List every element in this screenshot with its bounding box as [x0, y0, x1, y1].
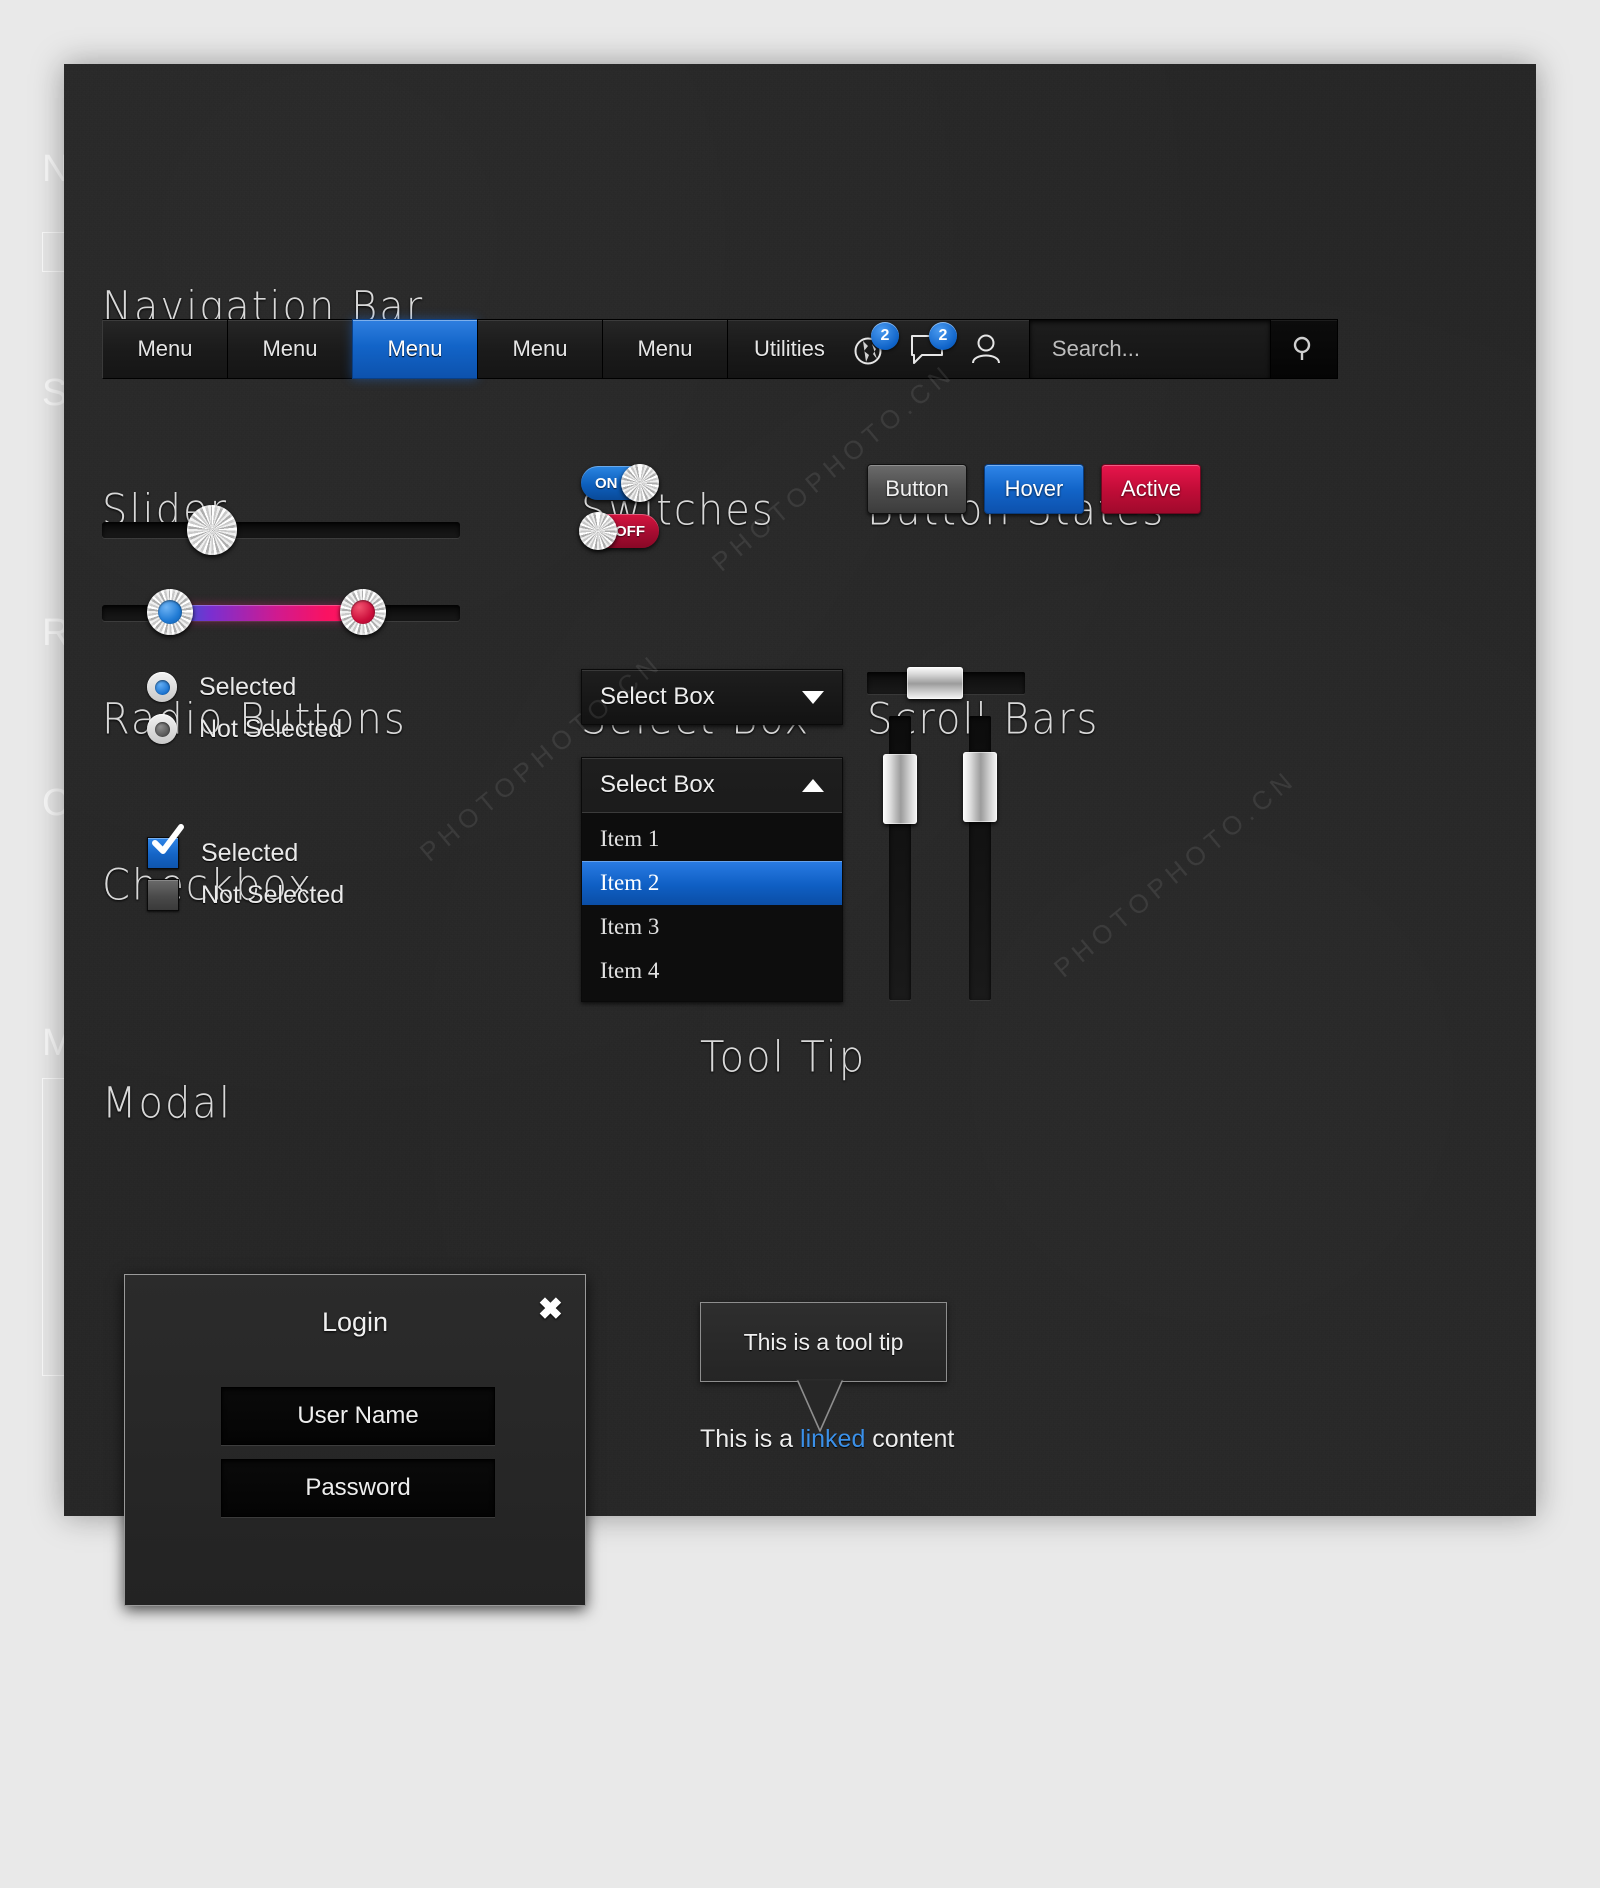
select-box-open[interactable]: Select Box Item 1 Item 2 Item 3 Item 4	[581, 757, 843, 1002]
select-box-option-list: Item 1 Item 2 Item 3 Item 4	[582, 812, 842, 1001]
nav-item-menu-1[interactable]: Menu	[102, 319, 227, 379]
select-option-item-3[interactable]: Item 3	[582, 905, 842, 949]
checkbox-row-selected[interactable]: Selected	[147, 824, 299, 869]
modal-username-label: User Name	[297, 1402, 419, 1429]
switch-on-knob[interactable]	[621, 464, 659, 502]
radio-not-selected-label: Not Selected	[199, 714, 343, 743]
button-active-label: Active	[1121, 476, 1181, 501]
checkbox-row-not-selected[interactable]: Not Selected	[147, 879, 344, 911]
modal-title: Login	[321, 1307, 389, 1337]
switch-off[interactable]: OFF	[579, 512, 659, 550]
modal-dialog: Login ✖ User Name Password	[124, 1274, 586, 1606]
nav-item-label: Menu	[387, 336, 443, 361]
globe-icon[interactable]: 2	[851, 322, 899, 368]
scrollbar-vertical-left-thumb[interactable]	[883, 754, 917, 824]
button-hover-label: Hover	[1004, 476, 1064, 501]
user-icon[interactable]	[967, 330, 1005, 368]
section-title-tool-tip: Tool Tip	[700, 1033, 867, 1082]
tooltip-text: This is a tool tip	[743, 1328, 904, 1355]
scrollbar-horizontal-thumb[interactable]	[907, 667, 963, 699]
select-option-item-2-highlighted[interactable]: Item 2	[582, 861, 842, 905]
scrollbar-vertical-right-thumb[interactable]	[963, 752, 997, 822]
close-icon[interactable]: ✖	[538, 1295, 563, 1325]
radio-selected-label: Selected	[199, 672, 297, 701]
utilities-label: Utilities	[754, 336, 825, 361]
slider-knob-range-high[interactable]	[340, 589, 386, 635]
slider-knob-range-low[interactable]	[147, 589, 193, 635]
checkbox-not-selected-icon[interactable]	[147, 879, 179, 911]
globe-badge-count: 2	[870, 322, 899, 350]
checkbox-selected-label: Selected	[201, 838, 299, 867]
tooltip-link[interactable]: linked	[800, 1425, 865, 1453]
slider-range-fill	[168, 605, 366, 621]
radio-row-selected[interactable]: Selected	[147, 672, 296, 702]
select-option-item-1[interactable]: Item 1	[582, 817, 842, 861]
nav-item-menu-4[interactable]: Menu	[477, 319, 602, 379]
switch-off-knob[interactable]	[579, 512, 617, 550]
message-badge-count: 2	[928, 322, 957, 350]
select-box-closed-head[interactable]: Select Box	[582, 670, 842, 724]
switch-on-label: ON	[595, 474, 618, 492]
button-normal-label: Button	[885, 476, 949, 501]
search-button[interactable]	[1269, 319, 1338, 379]
nav-utilities-group[interactable]: Utilities 2 2	[727, 319, 1029, 379]
tooltip-content-after: content	[865, 1425, 955, 1453]
nav-item-menu-3-active[interactable]: Menu	[352, 319, 477, 379]
switch-on[interactable]: ON	[581, 464, 659, 502]
chevron-up-icon[interactable]	[802, 778, 824, 792]
slider-knob-single[interactable]	[187, 505, 237, 555]
button-normal[interactable]: Button	[867, 464, 967, 514]
radio-row-not-selected[interactable]: Not Selected	[147, 714, 342, 744]
button-active[interactable]: Active	[1101, 464, 1201, 514]
nav-item-label: Menu	[262, 336, 318, 361]
modal-password-label: Password	[305, 1474, 411, 1501]
navigation-bar[interactable]: Menu Menu Menu Menu Menu Utilities 2 2 S…	[102, 319, 1338, 379]
nav-item-menu-5[interactable]: Menu	[602, 319, 727, 379]
checkbox-not-selected-label: Not Selected	[201, 880, 345, 909]
button-hover[interactable]: Hover	[984, 464, 1084, 514]
select-box-closed[interactable]: Select Box	[581, 669, 843, 725]
switch-off-label: OFF	[615, 522, 645, 540]
tooltip-content-line: This is a linked content	[700, 1425, 954, 1454]
nav-item-label: Menu	[137, 336, 193, 361]
tooltip-content-before: This is a	[700, 1425, 801, 1453]
message-icon[interactable]: 2	[909, 322, 957, 368]
tooltip-bubble: This is a tool tip	[700, 1302, 947, 1382]
modal-username-field[interactable]: User Name	[221, 1387, 495, 1445]
modal-password-field[interactable]: Password	[221, 1459, 495, 1517]
search-input[interactable]: Search...	[1028, 319, 1270, 379]
radio-not-selected-icon[interactable]	[147, 714, 177, 744]
section-title-modal: Modal	[102, 1079, 232, 1128]
radio-selected-icon[interactable]	[147, 672, 177, 702]
checkmark-icon	[152, 824, 184, 854]
select-box-open-head[interactable]: Select Box	[582, 758, 842, 812]
select-option-item-4[interactable]: Item 4	[582, 949, 842, 993]
chevron-down-icon[interactable]	[802, 690, 824, 704]
user-icon-svg	[971, 334, 1000, 364]
select-box-closed-value: Select Box	[600, 683, 715, 710]
nav-item-label: Menu	[512, 336, 568, 361]
select-box-open-value: Select Box	[600, 771, 715, 798]
nav-item-menu-2[interactable]: Menu	[227, 319, 352, 379]
checkbox-selected-icon[interactable]	[147, 824, 184, 869]
nav-item-label: Menu	[637, 336, 693, 361]
search-icon	[1293, 336, 1311, 360]
slider-track-single[interactable]	[102, 522, 460, 538]
